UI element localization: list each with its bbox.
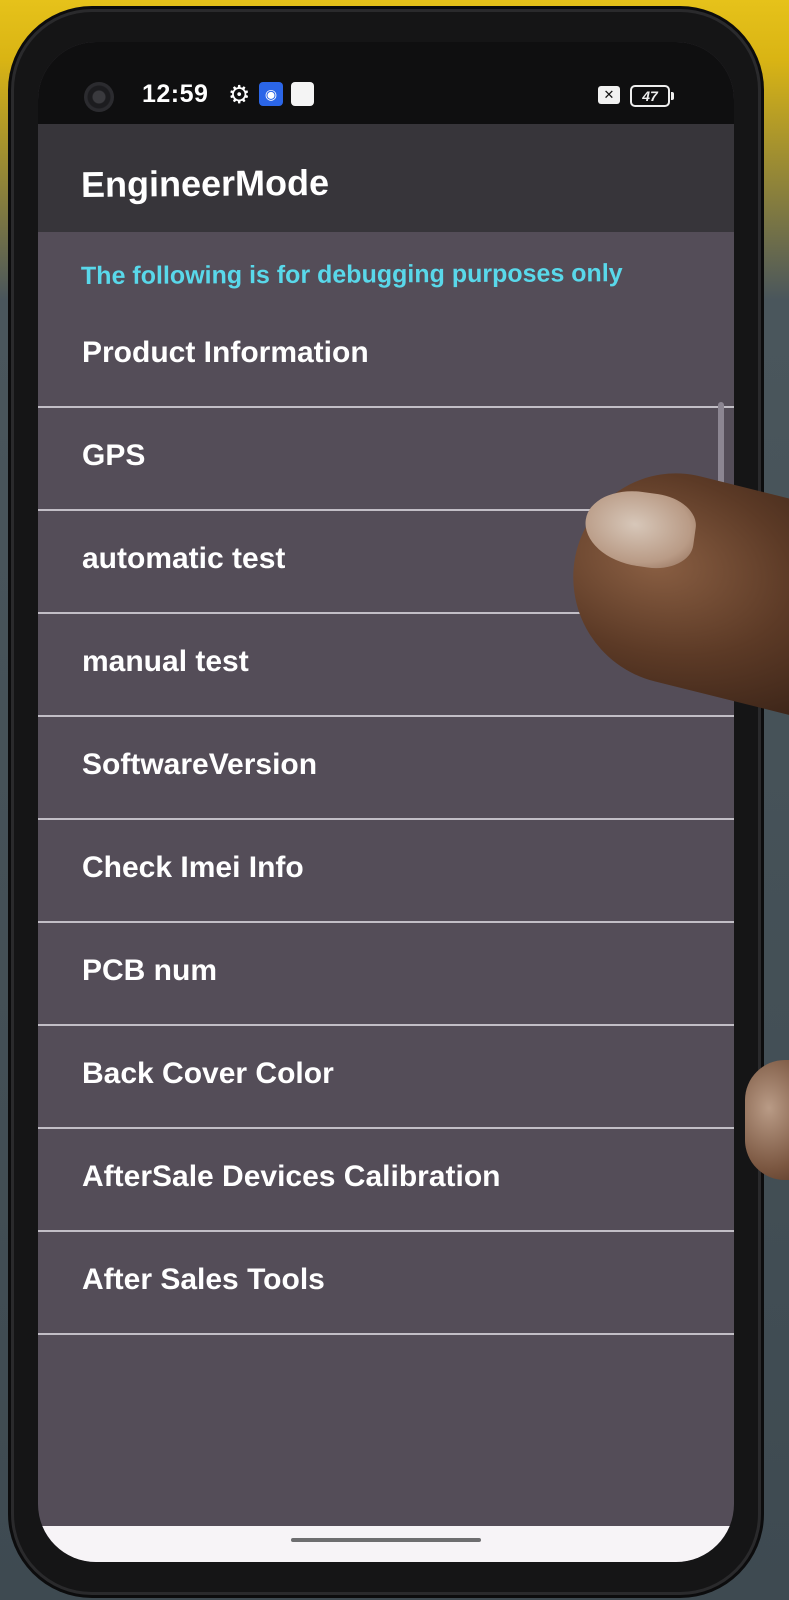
menu-item-label: Product Information — [82, 336, 369, 369]
thumb — [745, 1060, 789, 1180]
battery-icon: 47 — [630, 85, 674, 107]
status-bar: 12:59 ⚙ ◉ ✕ 47 — [38, 42, 734, 124]
menu-item-label: PCB num — [82, 954, 217, 987]
menu-item-aftersale-devices-calibration[interactable]: AfterSale Devices Calibration — [38, 1129, 734, 1232]
debug-notice: The following is for debugging purposes … — [80, 259, 623, 290]
menu-item-label: After Sales Tools — [82, 1263, 325, 1296]
app-bar: EngineerMode — [38, 124, 734, 232]
front-camera-icon — [84, 82, 114, 112]
phone-frame: 12:59 ⚙ ◉ ✕ 47 EngineerMode The followin… — [14, 12, 758, 1592]
menu-item-label: AfterSale Devices Calibration — [82, 1160, 501, 1193]
square-notification-icon — [291, 82, 314, 106]
menu-item-label: SoftwareVersion — [82, 748, 318, 781]
status-time: 12:59 — [142, 80, 209, 108]
menu-item-product-information[interactable]: Product Information — [38, 305, 734, 408]
menu-item-software-version[interactable]: SoftwareVersion — [38, 717, 734, 820]
menu-item-label: manual test — [82, 645, 249, 678]
settings-gear-icon: ⚙ — [228, 81, 251, 109]
menu-item-label: GPS — [82, 439, 146, 472]
home-gesture-handle[interactable] — [291, 1538, 481, 1542]
engineer-menu-list: Product Information GPS automatic test m… — [38, 305, 734, 1335]
menu-item-label: automatic test — [82, 542, 286, 575]
hotspot-icon: ◉ — [259, 82, 283, 106]
menu-item-label: Back Cover Color — [82, 1057, 334, 1090]
page-title: EngineerMode — [80, 161, 330, 205]
menu-item-back-cover-color[interactable]: Back Cover Color — [38, 1026, 734, 1129]
phone-screen: 12:59 ⚙ ◉ ✕ 47 EngineerMode The followin… — [38, 42, 734, 1562]
navigation-bar — [38, 1526, 734, 1562]
no-sim-icon: ✕ — [598, 86, 620, 104]
menu-item-label: Check Imei Info — [82, 851, 304, 884]
menu-item-pcb-num[interactable]: PCB num — [38, 923, 734, 1026]
menu-item-check-imei-info[interactable]: Check Imei Info — [38, 820, 734, 923]
menu-item-after-sales-tools[interactable]: After Sales Tools — [38, 1232, 734, 1335]
